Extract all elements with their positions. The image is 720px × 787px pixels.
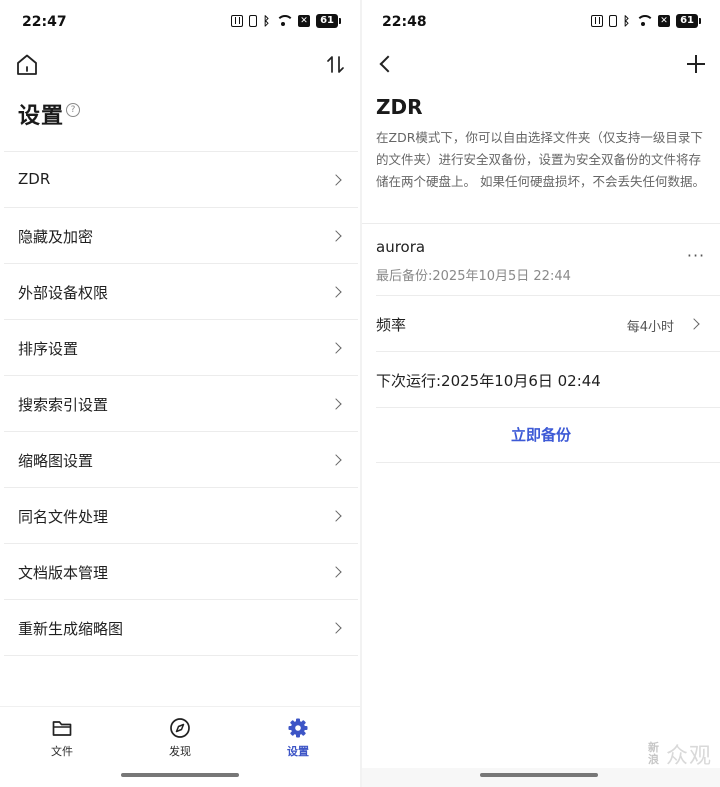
watermark-logo: 新浪	[647, 741, 659, 766]
page-title: 设置	[18, 104, 65, 129]
settings-item-label: 搜索索引设置	[18, 396, 109, 414]
settings-item-label: 同名文件处理	[18, 508, 109, 526]
folder-icon	[52, 721, 72, 736]
settings-item-regenerate-thumbnail[interactable]: 重新生成缩略图	[4, 600, 358, 656]
settings-item-label: 外部设备权限	[18, 284, 109, 302]
gear-icon	[288, 718, 308, 738]
gesture-bar-area	[362, 768, 720, 787]
page-title: ZDR	[376, 95, 423, 119]
chevron-right-icon	[330, 454, 342, 466]
settings-list: ZDR 隐藏及加密 外部设备权限 排序设置 搜索索引设置 缩略图设置 同名文件处…	[4, 151, 358, 656]
add-button[interactable]	[686, 54, 706, 74]
settings-item-sort[interactable]: 排序设置	[4, 320, 358, 376]
bluetooth-icon: ᛒ	[622, 14, 631, 28]
chevron-right-icon	[330, 566, 342, 578]
settings-item-label: 缩略图设置	[18, 452, 94, 470]
frequency-value: 每4小时	[626, 320, 674, 335]
status-icons: ᛒ ✕ 61	[230, 13, 341, 29]
frequency-label: 频率	[376, 316, 407, 334]
status-bar: 22:47 ᛒ ✕ 61	[0, 0, 360, 44]
chevron-right-icon	[330, 286, 342, 298]
nfc-icon	[590, 15, 603, 27]
chevron-right-icon	[330, 622, 342, 634]
chevron-right-icon	[330, 230, 342, 242]
status-bar: 22:48 ᛒ ✕ 61	[362, 0, 720, 44]
battery-icon: 61	[676, 14, 701, 28]
battery-icon: 61	[316, 14, 341, 28]
more-options-button[interactable]: ···	[686, 248, 706, 266]
vibrate-icon	[248, 15, 257, 27]
chevron-right-icon	[330, 510, 342, 522]
status-time: 22:48	[382, 14, 427, 30]
settings-item-zdr[interactable]: ZDR	[4, 152, 358, 208]
backup-now-button[interactable]: 立即备份	[376, 408, 706, 462]
sort-button[interactable]	[324, 52, 348, 78]
zdr-screen: 22:48 ᛒ ✕ 61 ZDR 在ZDR模式下，你可以自由选择文件夹（仅支持一…	[362, 0, 720, 787]
sim-icon: ✕	[298, 15, 311, 27]
nav-tab-files[interactable]: 文件	[32, 717, 92, 759]
status-time: 22:47	[22, 14, 67, 30]
nav-label-files: 文件	[51, 745, 73, 758]
nav-label-discover: 发现	[169, 745, 191, 758]
sort-icon	[327, 56, 344, 73]
sim-icon: ✕	[658, 15, 671, 27]
zdr-description: 在ZDR模式下，你可以自由选择文件夹（仅支持一级目录下的文件夹）进行安全双备份，…	[376, 130, 705, 189]
nav-tab-settings[interactable]: 设置	[268, 717, 328, 759]
settings-item-hide-encrypt[interactable]: 隐藏及加密	[4, 208, 358, 264]
chevron-right-icon	[330, 174, 342, 186]
wifi-icon	[636, 15, 653, 27]
settings-item-label: 排序设置	[18, 340, 79, 358]
compass-icon	[170, 718, 190, 738]
settings-item-label: 文档版本管理	[18, 564, 109, 582]
bluetooth-icon: ᛒ	[262, 14, 271, 28]
next-run-time: 下次运行:2025年10月6日 02:44	[376, 372, 601, 390]
backup-task-name: aurora	[376, 238, 426, 256]
settings-item-search-index[interactable]: 搜索索引设置	[4, 376, 358, 432]
settings-item-duplicate-name[interactable]: 同名文件处理	[4, 488, 358, 544]
nav-tab-discover[interactable]: 发现	[150, 717, 210, 759]
divider	[362, 223, 720, 224]
more-horizontal-icon: ···	[686, 246, 706, 265]
watermark-text: 众观	[665, 744, 712, 769]
home-button[interactable]	[14, 52, 40, 78]
back-button[interactable]	[376, 54, 396, 74]
settings-item-label: 隐藏及加密	[18, 228, 94, 246]
home-indicator[interactable]	[480, 773, 598, 777]
chevron-right-icon	[330, 398, 342, 410]
nav-label-settings: 设置	[287, 745, 309, 758]
watermark: 新浪 众观	[648, 738, 712, 770]
settings-item-doc-version[interactable]: 文档版本管理	[4, 544, 358, 600]
settings-item-label: ZDR	[18, 170, 51, 188]
divider	[376, 462, 720, 463]
nfc-icon	[230, 15, 243, 27]
frequency-row[interactable]: 频率 每4小时	[362, 296, 720, 351]
last-backup-time: 最后备份:2025年10月5日 22:44	[376, 269, 571, 284]
vibrate-icon	[608, 15, 617, 27]
help-icon[interactable]: ?	[66, 103, 80, 117]
home-indicator[interactable]	[121, 773, 239, 777]
divider	[376, 351, 720, 352]
status-icons: ᛒ ✕ 61	[590, 13, 701, 29]
settings-item-label: 重新生成缩略图	[18, 620, 124, 638]
settings-item-external-device[interactable]: 外部设备权限	[4, 264, 358, 320]
chevron-right-icon	[688, 318, 700, 330]
home-icon	[17, 54, 37, 75]
settings-screen: 22:47 ᛒ ✕ 61 设置 ? ZDR 隐藏及加密 外部设备权限 排序设置 …	[0, 0, 360, 787]
chevron-right-icon	[330, 342, 342, 354]
wifi-icon	[276, 15, 293, 27]
settings-item-thumbnail[interactable]: 缩略图设置	[4, 432, 358, 488]
